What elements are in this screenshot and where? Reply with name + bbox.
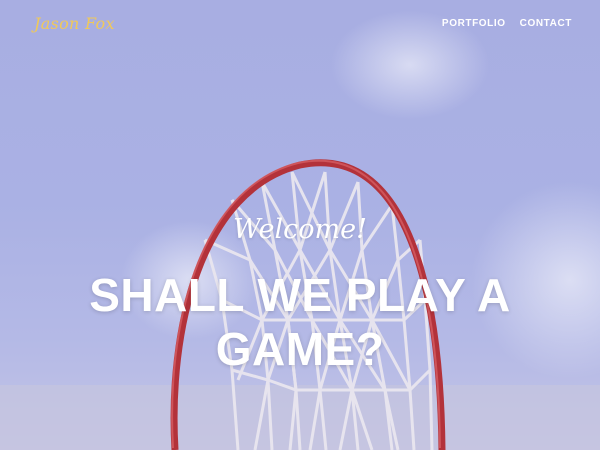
hero-text: Welcome! SHALL WE PLAY A GAME? (0, 0, 600, 450)
hero-section: Jason Fox PORTFOLIO CONTACT Welcome! SHA… (0, 0, 600, 450)
hero-subheading: Welcome! (233, 214, 367, 245)
hero-heading: SHALL WE PLAY A GAME? (89, 269, 511, 375)
